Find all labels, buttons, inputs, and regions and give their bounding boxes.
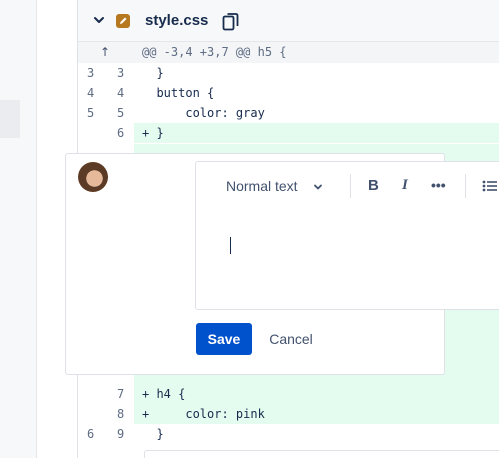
pencil-edit-icon — [116, 14, 130, 28]
expand-up-icon[interactable]: ↑ — [100, 45, 110, 59]
diff-line: 3 3 } — [78, 63, 499, 83]
sidebar-active-item[interactable] — [0, 100, 20, 138]
new-line-number: 4 — [117, 86, 125, 100]
new-line-number: 3 — [117, 66, 125, 80]
diff-line: 6 9 } — [78, 424, 499, 444]
diff-line: 5 5 color: gray — [78, 103, 499, 123]
code-text: + color: pink — [142, 407, 265, 421]
code-text: + h4 { — [142, 387, 186, 401]
old-line-number: 6 — [87, 427, 95, 441]
chevron-down-icon[interactable] — [93, 14, 105, 26]
text-cursor — [230, 237, 231, 254]
file-header: style.css — [78, 0, 499, 42]
code-text: } — [142, 427, 164, 441]
text-style-dropdown[interactable]: Normal text — [226, 178, 298, 194]
diff-line: 4 4 button { — [78, 83, 499, 103]
new-line-number: 6 — [117, 126, 125, 140]
toolbar-divider — [350, 174, 351, 198]
new-line-number: 8 — [117, 407, 125, 421]
italic-button[interactable]: I — [402, 177, 408, 194]
user-avatar — [78, 162, 108, 192]
cancel-button[interactable]: Cancel — [262, 323, 320, 355]
next-comment-edge — [144, 450, 499, 458]
diff-line-added: 7 + h4 { — [78, 384, 499, 404]
chevron-down-icon[interactable] — [313, 182, 323, 192]
more-formatting-button[interactable]: ••• — [431, 177, 446, 193]
new-line-number: 9 — [117, 427, 125, 441]
code-text: button { — [142, 86, 215, 100]
bold-button[interactable]: B — [368, 177, 379, 194]
left-sidebar — [0, 0, 37, 458]
hunk-header-text: @@ -3,4 +3,7 @@ h5 { — [142, 45, 287, 59]
code-text: } — [142, 66, 164, 80]
save-button[interactable]: Save — [196, 323, 252, 355]
toolbar-divider — [465, 174, 466, 198]
bullet-list-icon[interactable] — [482, 180, 498, 192]
diff-line-added: 6 + } — [78, 123, 499, 143]
code-text: + } — [142, 126, 164, 140]
new-line-number: 5 — [117, 106, 125, 120]
old-line-number: 3 — [87, 66, 95, 80]
new-line-number: 7 — [117, 387, 125, 401]
old-line-number: 4 — [87, 86, 95, 100]
diff-line-added: 8 + color: pink — [78, 404, 499, 424]
hunk-header: ↑ @@ -3,4 +3,7 @@ h5 { — [78, 42, 499, 63]
old-line-number: 5 — [87, 106, 95, 120]
copy-icon[interactable] — [222, 12, 240, 32]
code-text: color: gray — [142, 106, 265, 120]
file-name[interactable]: style.css — [145, 12, 208, 29]
